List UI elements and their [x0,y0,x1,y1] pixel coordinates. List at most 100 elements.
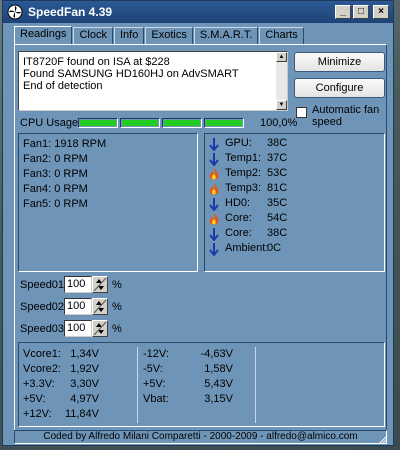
speed-input[interactable]: 100 [64,276,92,293]
log-scrollbar[interactable]: ▲ ▼ [276,52,287,110]
voltage-value: 1,58V [204,363,233,375]
tab-clock[interactable]: Clock [73,27,113,44]
fan-icon[interactable] [7,4,23,20]
fan-value: 0 RPM [54,183,88,195]
cpu-usage-label: CPU Usage [20,117,79,129]
spinner-arrows-icon[interactable] [92,320,108,337]
speed-control: Speed03: 100 % [18,320,138,338]
arrow-down-icon [209,198,219,212]
speed-label: Speed02: [20,301,68,313]
cpu-core-bar [78,118,118,128]
arrow-down-icon [209,138,219,152]
temperature-reading: Temp3: 81C [209,182,379,197]
fan-value: 0 RPM [54,153,88,165]
column-divider [255,347,256,423]
speed-label: Speed03: [20,323,68,335]
fan-name: Fan2: [23,153,52,165]
temperature-value: 37C [267,152,288,164]
flame-icon [209,168,219,181]
cpu-usage-row: CPU Usage 100,0% [18,117,297,131]
minimize-button[interactable]: Minimize [294,52,385,72]
cpu-core-fill [80,120,116,126]
flame-icon [209,183,219,196]
temperature-reading: Temp1: 37C [209,152,379,167]
tab-smart[interactable]: S.M.A.R.T. [193,27,259,44]
cpu-core-bar [120,118,160,128]
temperature-name: Core: [225,212,252,224]
detection-log[interactable]: IT8720F found on ISA at $228 Found SAMSU… [18,51,288,111]
temperature-name: GPU: [225,137,252,149]
arrow-down-icon [209,153,219,167]
temperature-name: Temp2: [225,167,262,179]
maximize-window-button[interactable]: □ [353,5,369,19]
log-line: End of detection [23,80,103,92]
voltage-name: +12V: [23,408,52,420]
arrow-down-icon [209,243,219,257]
cpu-usage-percent: 100,0% [260,117,298,129]
voltage-name: Vbat: [143,393,169,405]
voltage-name: -12V: [143,348,169,360]
cpu-usage-meter [78,118,246,128]
spinner-arrows-icon[interactable] [92,298,108,315]
fan-reading: Fan3: 0 RPM [23,168,88,180]
fan-reading: Fan4: 0 RPM [23,183,88,195]
configure-button[interactable]: Configure [294,78,385,98]
automatic-fan-speed-option[interactable]: Automatic fan speed [296,104,388,128]
voltage-name: +5V: [143,378,166,390]
tab-charts[interactable]: Charts [259,27,304,44]
credits-footer: Coded by Alfredo Milani Comparetti - 200… [14,430,387,444]
close-window-button[interactable]: × [373,5,389,19]
temperature-reading: GPU: 38C [209,137,379,152]
cpu-core-bar [162,118,202,128]
fan-name: Fan3: [23,168,52,180]
temperature-name: Core: [225,227,252,239]
column-divider [137,347,138,423]
speed-input[interactable]: 100 [64,320,92,337]
tab-readings[interactable]: Readings [14,26,73,44]
tab-bar: Readings Clock Info Exotics S.M.A.R.T. C… [14,26,305,44]
temperature-reading: Ambient: 0C [209,242,379,257]
temperature-value: 54C [267,212,288,224]
fan-reading: Fan2: 0 RPM [23,153,88,165]
fan-value: 1918 RPM [54,138,107,150]
spinner-arrows-icon[interactable] [92,276,108,293]
tab-info[interactable]: Info [114,27,145,44]
speed-control: Speed01: 100 % [18,276,138,294]
speed-control: Speed02: 100 % [18,298,138,316]
speed-label: Speed01: [20,279,68,291]
voltage-name: -5V: [143,363,163,375]
fan-name: Fan5: [23,198,52,210]
resize-grip-icon[interactable] [378,434,388,444]
speed-input[interactable]: 100 [64,298,92,315]
temperature-readings: GPU: 38C Temp1: 37C Temp2: 53C Temp3: 81… [204,133,385,272]
temperature-reading: Temp2: 53C [209,167,379,182]
temperature-value: 81C [267,182,288,194]
speed-unit: % [112,301,122,313]
log-line: Found SAMSUNG HD160HJ on AdvSMART [23,68,239,80]
tab-exotics[interactable]: Exotics [145,27,193,44]
fan-value: 0 RPM [54,168,88,180]
speed-unit: % [112,323,122,335]
voltage-value: 5,43V [204,378,233,390]
fan-readings: Fan1: 1918 RPM Fan2: 0 RPM Fan3: 0 RPM F… [18,133,198,272]
voltage-value: 3,30V [70,378,99,390]
cpu-core-bar [204,118,244,128]
cpu-core-fill [164,120,200,126]
scroll-down-icon[interactable]: ▼ [276,100,287,110]
temperature-value: 38C [267,227,288,239]
voltage-value: 1,34V [70,348,99,360]
automatic-fan-speed-checkbox[interactable] [296,107,307,118]
fan-name: Fan1: [23,138,52,150]
scroll-up-icon[interactable]: ▲ [276,52,287,62]
temperature-value: 38C [267,137,288,149]
titlebar[interactable]: SpeedFan 4.39 _ □ × [3,1,393,23]
window-title: SpeedFan 4.39 [28,5,113,19]
minimize-window-button[interactable]: _ [335,5,351,19]
temperature-value: 35C [267,197,288,209]
cpu-core-fill [206,120,242,126]
temperature-name: Ambient: [225,242,269,254]
fan-reading: Fan5: 0 RPM [23,198,88,210]
fan-value: 0 RPM [54,198,88,210]
voltage-value: 4,97V [70,393,99,405]
temperature-name: Temp1: [225,152,262,164]
